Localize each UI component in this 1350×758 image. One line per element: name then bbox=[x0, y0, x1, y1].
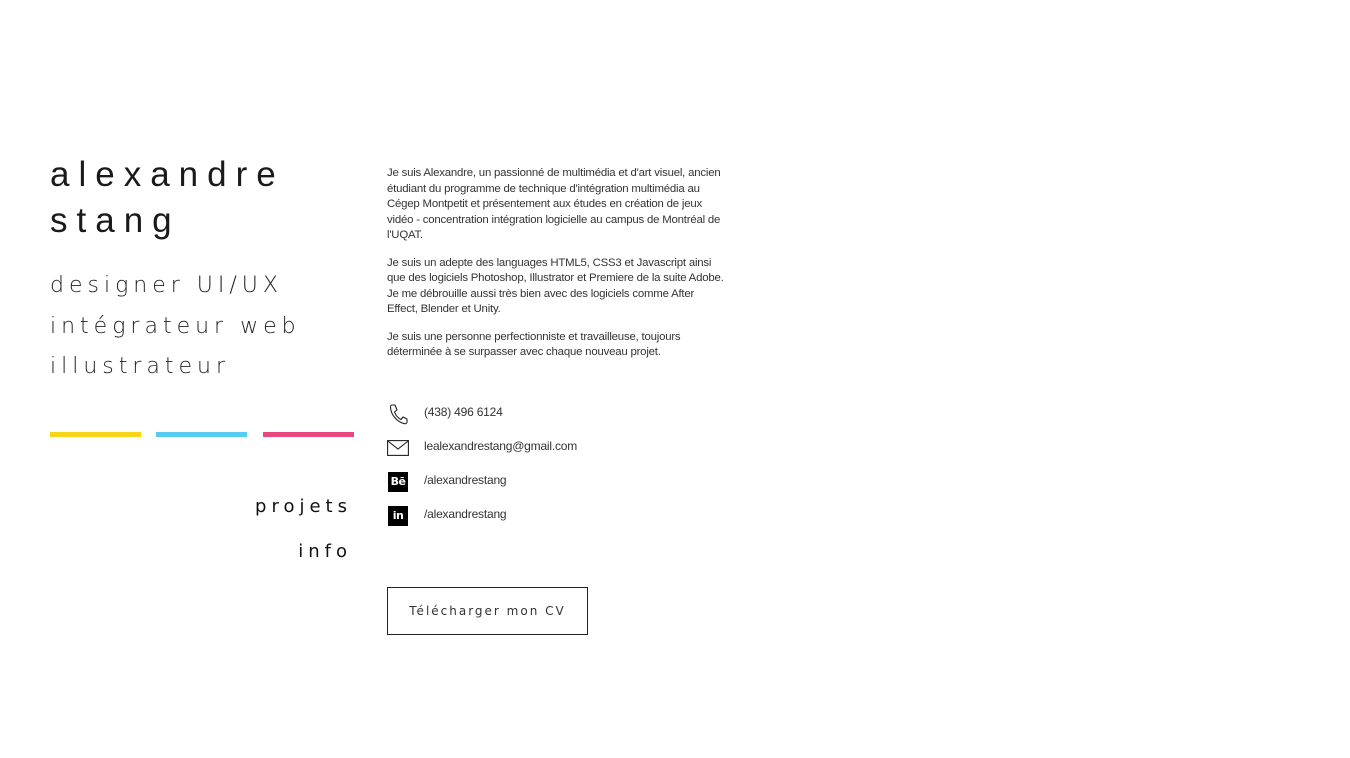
linkedin-badge: in bbox=[388, 505, 408, 526]
linkedin-icon: in bbox=[387, 505, 409, 527]
last-name: stang bbox=[50, 201, 181, 240]
bio-paragraph: Je suis un adepte des languages HTML5, C… bbox=[387, 256, 724, 316]
role-integrator: intégrateur web bbox=[50, 313, 301, 339]
behance-icon: Bē bbox=[387, 471, 409, 493]
info-panel: Je suis Alexandre, un passionné de multi… bbox=[387, 166, 727, 635]
email-address: lealexandrestang@gmail.com bbox=[424, 438, 578, 453]
contact-list: (438) 496 6124 lealexandrestang@gmail.co… bbox=[387, 403, 727, 539]
download-cv-button[interactable]: Télécharger mon CV bbox=[387, 587, 588, 635]
roles-list: designer UI/UX intégrateur web illustrat… bbox=[50, 266, 360, 388]
mail-icon bbox=[387, 437, 409, 459]
main-nav: projets info bbox=[255, 484, 352, 574]
contact-phone[interactable]: (438) 496 6124 bbox=[387, 403, 727, 437]
page: alexandre stang designer UI/UX intégrate… bbox=[0, 0, 1350, 758]
accent-bar-pink bbox=[263, 432, 354, 437]
bio-paragraph: Je suis une personne perfectionniste et … bbox=[387, 330, 681, 359]
accent-bar-yellow bbox=[50, 432, 141, 437]
contact-email[interactable]: lealexandrestang@gmail.com bbox=[387, 437, 727, 471]
bio: Je suis Alexandre, un passionné de multi… bbox=[387, 166, 727, 361]
site-title: alexandre stang bbox=[50, 152, 360, 244]
role-designer: designer UI/UX bbox=[50, 273, 283, 298]
role-illustrator: illustrateur bbox=[50, 354, 231, 379]
nav-link-info[interactable]: info bbox=[255, 529, 352, 574]
accent-bar-cyan bbox=[156, 432, 247, 437]
behance-handle: /alexandrestang bbox=[424, 472, 507, 487]
bio-paragraph: Je suis Alexandre, un passionné de multi… bbox=[387, 167, 721, 241]
contact-behance[interactable]: Bē /alexandrestang bbox=[387, 471, 727, 505]
profile-panel: alexandre stang designer UI/UX intégrate… bbox=[50, 152, 360, 562]
accent-bars bbox=[50, 432, 354, 437]
phone-number: (438) 496 6124 bbox=[424, 404, 503, 419]
contact-linkedin[interactable]: in /alexandrestang bbox=[387, 505, 727, 539]
linkedin-handle: /alexandrestang bbox=[424, 506, 507, 521]
first-name: alexandre bbox=[50, 155, 285, 194]
behance-badge: Bē bbox=[388, 471, 408, 492]
nav-link-projets[interactable]: projets bbox=[255, 484, 352, 529]
phone-icon bbox=[387, 403, 409, 425]
